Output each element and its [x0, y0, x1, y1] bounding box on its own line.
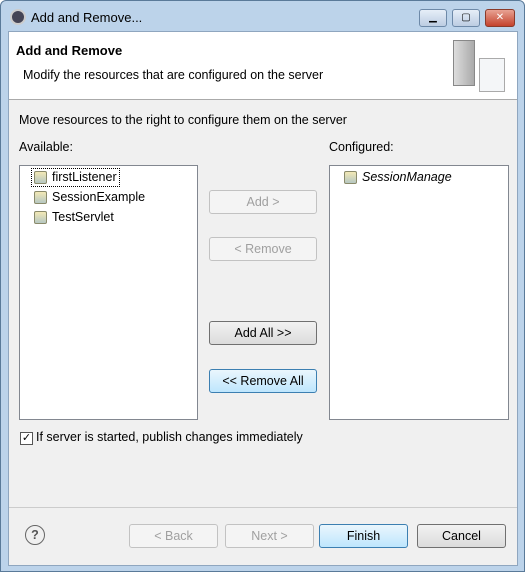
list-item[interactable]: SessionManage [342, 169, 454, 186]
list-item[interactable]: SessionExample [32, 189, 147, 206]
publish-checkbox[interactable]: ✓ [20, 432, 33, 445]
list-item[interactable]: firstListener [31, 168, 120, 187]
publish-label: If server is started, publish changes im… [36, 430, 303, 444]
help-icon[interactable]: ? [25, 525, 45, 545]
page-description: Modify the resources that are configured… [23, 68, 324, 82]
servlet-icon [34, 191, 47, 204]
divider [9, 507, 517, 508]
page-title: Add and Remove [16, 43, 123, 58]
minimize-button[interactable]: ▁ [419, 9, 447, 27]
document-icon [479, 58, 505, 92]
wizard-header: Add and Remove Modify the resources that… [9, 32, 517, 100]
title-bar: Add and Remove... ▁ ▢ ✕ [1, 1, 524, 31]
server-icon [453, 40, 475, 86]
servlet-icon [34, 171, 47, 184]
add-all-button[interactable]: Add All >> [209, 321, 317, 345]
back-button[interactable]: < Back [129, 524, 218, 548]
configured-list[interactable]: SessionManage [329, 165, 509, 420]
add-button[interactable]: Add > [209, 190, 317, 214]
dialog-body: Add and Remove Modify the resources that… [8, 31, 518, 566]
remove-all-button[interactable]: << Remove All [209, 369, 317, 393]
finish-button[interactable]: Finish [319, 524, 408, 548]
remove-button[interactable]: < Remove [209, 237, 317, 261]
maximize-button[interactable]: ▢ [452, 9, 480, 27]
servlet-icon [344, 171, 357, 184]
servlet-icon [34, 211, 47, 224]
close-button[interactable]: ✕ [485, 9, 515, 27]
window-title: Add and Remove... [31, 10, 143, 25]
eclipse-icon [10, 9, 26, 25]
cancel-button[interactable]: Cancel [417, 524, 506, 548]
instruction-text: Move resources to the right to configure… [19, 113, 347, 127]
list-item[interactable]: TestServlet [32, 209, 116, 226]
dialog-window: Add and Remove... ▁ ▢ ✕ Add and Remove M… [0, 0, 525, 572]
configured-label: Configured: [329, 140, 394, 154]
available-list[interactable]: firstListener SessionExample TestServlet [19, 165, 198, 420]
next-button[interactable]: Next > [225, 524, 314, 548]
available-label: Available: [19, 140, 73, 154]
